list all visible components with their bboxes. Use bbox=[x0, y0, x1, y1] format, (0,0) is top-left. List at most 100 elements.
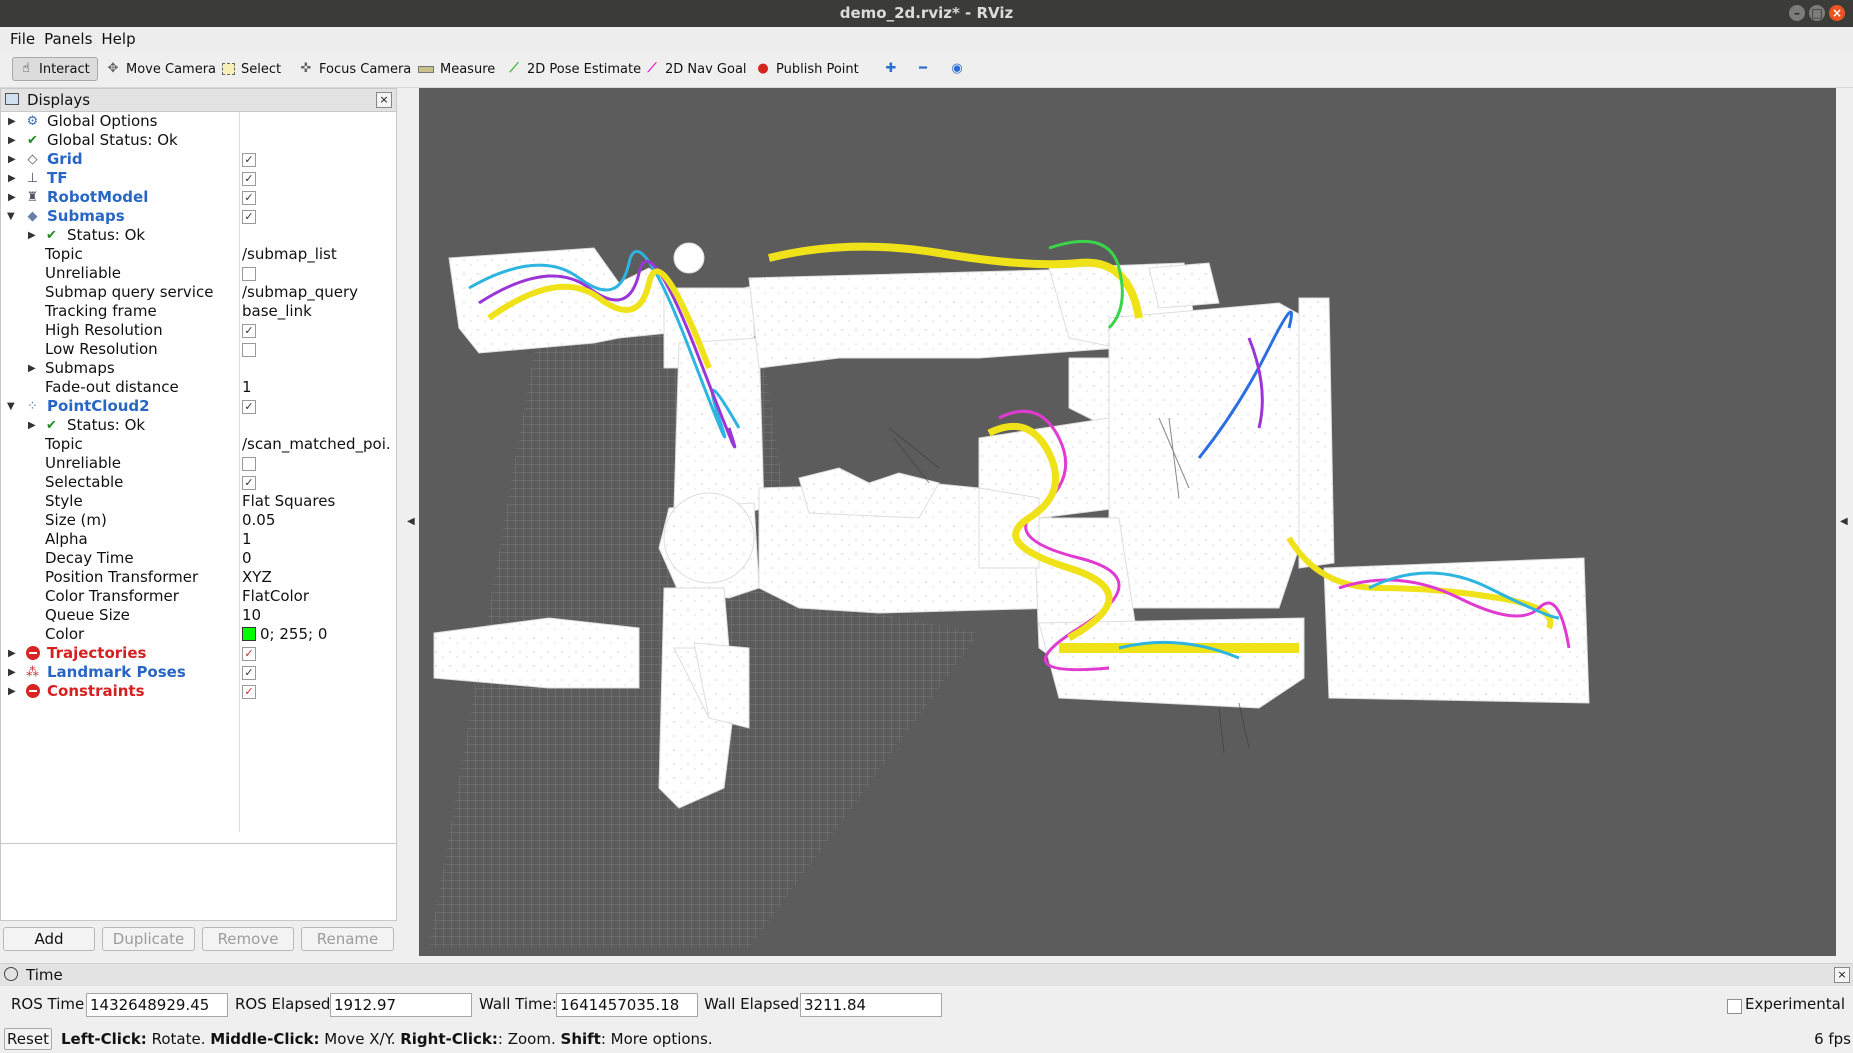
menu-panels[interactable]: Panels bbox=[40, 27, 97, 51]
collapse-left-icon[interactable]: ◀ bbox=[407, 516, 415, 527]
minimize-icon[interactable]: – bbox=[1789, 5, 1805, 21]
add-display-button[interactable]: Add bbox=[3, 927, 95, 951]
tree-row-fade-out[interactable]: Fade-out distance 1 bbox=[1, 378, 396, 397]
color-transformer-value[interactable]: FlatColor bbox=[242, 587, 392, 606]
add-tool-button[interactable]: ✚ bbox=[878, 57, 904, 81]
duplicate-display-button[interactable]: Duplicate bbox=[102, 927, 195, 951]
tree-row-color[interactable]: Color 0; 255; 0 bbox=[1, 625, 396, 644]
close-panel-icon[interactable]: × bbox=[376, 92, 392, 108]
tree-row-submaps[interactable]: ▼ ◆ Submaps ✓ bbox=[1, 207, 396, 226]
reset-button[interactable]: Reset bbox=[4, 1028, 52, 1050]
style-value[interactable]: Flat Squares bbox=[242, 492, 392, 511]
tree-row-submaps-topic[interactable]: Topic /submap_list bbox=[1, 245, 396, 264]
focus-camera-icon: ✜ bbox=[300, 61, 312, 76]
low-resolution-checkbox[interactable] bbox=[242, 343, 256, 357]
select-tool-button[interactable]: Select bbox=[216, 57, 287, 81]
tree-row-tf[interactable]: ▶ ⊥ TF ✓ bbox=[1, 169, 396, 188]
query-service-value[interactable]: /submap_query bbox=[242, 283, 392, 302]
move-camera-button[interactable]: ✥ Move Camera bbox=[100, 57, 222, 81]
tree-row-style[interactable]: Style Flat Squares bbox=[1, 492, 396, 511]
size-value[interactable]: 0.05 bbox=[242, 511, 392, 530]
tree-row-global-options[interactable]: ▶ ⚙ Global Options bbox=[1, 112, 396, 131]
robot-model-enabled-checkbox[interactable]: ✓ bbox=[242, 191, 256, 205]
wall-elapsed-field[interactable]: 3211.84 bbox=[800, 993, 942, 1017]
alpha-value[interactable]: 1 bbox=[242, 530, 392, 549]
tree-row-robot-model[interactable]: ▶ ♜ RobotModel ✓ bbox=[1, 188, 396, 207]
publish-point-button[interactable]: ● Publish Point bbox=[750, 57, 865, 81]
pc-topic-value[interactable]: /scan_matched_poi... bbox=[242, 435, 392, 454]
tree-row-tracking-frame[interactable]: Tracking frame base_link bbox=[1, 302, 396, 321]
green-arrow-icon: ⟋ bbox=[509, 61, 519, 76]
tree-row-submaps-child[interactable]: ▶ Submaps bbox=[1, 359, 396, 378]
position-transformer-value[interactable]: XYZ bbox=[242, 568, 392, 587]
tree-row-low-resolution[interactable]: Low Resolution bbox=[1, 340, 396, 359]
remove-tool-button[interactable]: ━ bbox=[910, 57, 936, 81]
menu-help[interactable]: Help bbox=[97, 27, 140, 51]
high-resolution-checkbox[interactable]: ✓ bbox=[242, 324, 256, 338]
pc-unreliable-checkbox[interactable] bbox=[242, 457, 256, 471]
tree-row-selectable[interactable]: Selectable ✓ bbox=[1, 473, 396, 492]
tree-row-queue-size[interactable]: Queue Size 10 bbox=[1, 606, 396, 625]
maximize-icon[interactable]: □ bbox=[1809, 5, 1825, 21]
tree-row-decay[interactable]: Decay Time 0 bbox=[1, 549, 396, 568]
publish-point-label: Publish Point bbox=[776, 61, 859, 77]
tree-row-alpha[interactable]: Alpha 1 bbox=[1, 530, 396, 549]
tree-row-grid[interactable]: ▶ ◇ Grid ✓ bbox=[1, 150, 396, 169]
trajectories-enabled-checkbox[interactable]: ✓ bbox=[242, 647, 256, 661]
fade-out-value[interactable]: 1 bbox=[242, 378, 392, 397]
tree-row-landmark-poses[interactable]: ▶ ⁂ Landmark Poses ✓ bbox=[1, 663, 396, 682]
ros-elapsed-field[interactable]: 1912.97 bbox=[330, 993, 472, 1017]
experimental-checkbox[interactable] bbox=[1727, 999, 1742, 1014]
interact-tool-button[interactable]: ☝ Interact bbox=[12, 57, 98, 81]
tree-row-position-transformer[interactable]: Position Transformer XYZ bbox=[1, 568, 396, 587]
tree-row-global-status[interactable]: ▶ ✔ Global Status: Ok bbox=[1, 131, 396, 150]
tree-row-size[interactable]: Size (m) 0.05 bbox=[1, 511, 396, 530]
remove-display-button[interactable]: Remove bbox=[202, 927, 294, 951]
tree-row-color-transformer[interactable]: Color Transformer FlatColor bbox=[1, 587, 396, 606]
landmark-icon: ⁂ bbox=[26, 665, 39, 680]
close-time-panel-icon[interactable]: × bbox=[1834, 967, 1850, 983]
move-camera-icon: ✥ bbox=[107, 61, 119, 76]
selectable-checkbox[interactable]: ✓ bbox=[242, 476, 256, 490]
tree-row-trajectories[interactable]: ▶ Trajectories ✓ bbox=[1, 644, 396, 663]
tree-row-high-resolution[interactable]: High Resolution ✓ bbox=[1, 321, 396, 340]
collapse-right-icon[interactable]: ◀ bbox=[1840, 516, 1848, 527]
nav-goal-button[interactable]: ⟋ 2D Nav Goal bbox=[639, 57, 753, 81]
submaps-topic-value[interactable]: /submap_list bbox=[242, 245, 392, 264]
tree-row-pc-topic[interactable]: Topic /scan_matched_poi... bbox=[1, 435, 396, 454]
tree-row-query-service[interactable]: Submap query service /submap_query bbox=[1, 283, 396, 302]
tree-row-pc-unreliable[interactable]: Unreliable bbox=[1, 454, 396, 473]
render-viewport[interactable] bbox=[419, 88, 1836, 956]
rename-display-button[interactable]: Rename bbox=[301, 927, 394, 951]
grid-enabled-checkbox[interactable]: ✓ bbox=[242, 153, 256, 167]
constraints-enabled-checkbox[interactable]: ✓ bbox=[242, 685, 256, 699]
measure-button[interactable]: Measure bbox=[412, 57, 501, 81]
pointcloud-enabled-checkbox[interactable]: ✓ bbox=[242, 400, 256, 414]
tracking-frame-value[interactable]: base_link bbox=[242, 302, 392, 321]
mouse-hint: Left-Click: Rotate. Middle-Click: Move X… bbox=[61, 1030, 713, 1048]
tree-row-submaps-status[interactable]: ▶ ✔ Status: Ok bbox=[1, 226, 396, 245]
submaps-enabled-checkbox[interactable]: ✓ bbox=[242, 210, 256, 224]
queue-size-value[interactable]: 10 bbox=[242, 606, 392, 625]
color-value[interactable]: 0; 255; 0 bbox=[242, 625, 392, 644]
left-panel-splitter[interactable]: ◀ bbox=[404, 88, 419, 956]
displays-title: Displays bbox=[27, 91, 91, 109]
focus-camera-button[interactable]: ✜ Focus Camera bbox=[293, 57, 417, 81]
tf-enabled-checkbox[interactable]: ✓ bbox=[242, 172, 256, 186]
tree-row-pc-status[interactable]: ▶ ✔ Status: Ok bbox=[1, 416, 396, 435]
tree-row-submaps-unreliable[interactable]: Unreliable bbox=[1, 264, 396, 283]
close-icon[interactable]: × bbox=[1829, 5, 1845, 21]
clock-icon bbox=[4, 967, 18, 981]
tree-row-pointcloud2[interactable]: ▼ ⁘ PointCloud2 ✓ bbox=[1, 397, 396, 416]
submaps-unreliable-checkbox[interactable] bbox=[242, 267, 256, 281]
decay-value[interactable]: 0 bbox=[242, 549, 392, 568]
wall-time-field[interactable]: 1641457035.18 bbox=[556, 993, 698, 1017]
wall-time-label: Wall Time: bbox=[479, 995, 557, 1013]
right-panel-splitter[interactable]: ◀ bbox=[1836, 88, 1853, 956]
menu-file[interactable]: File bbox=[0, 27, 40, 51]
pose-estimate-button[interactable]: ⟋ 2D Pose Estimate bbox=[501, 57, 647, 81]
ros-time-field[interactable]: 1432648929.45 bbox=[86, 993, 228, 1017]
landmark-poses-enabled-checkbox[interactable]: ✓ bbox=[242, 666, 256, 680]
tree-row-constraints[interactable]: ▶ Constraints ✓ bbox=[1, 682, 396, 701]
view-options-button[interactable]: ◉ bbox=[944, 57, 970, 81]
